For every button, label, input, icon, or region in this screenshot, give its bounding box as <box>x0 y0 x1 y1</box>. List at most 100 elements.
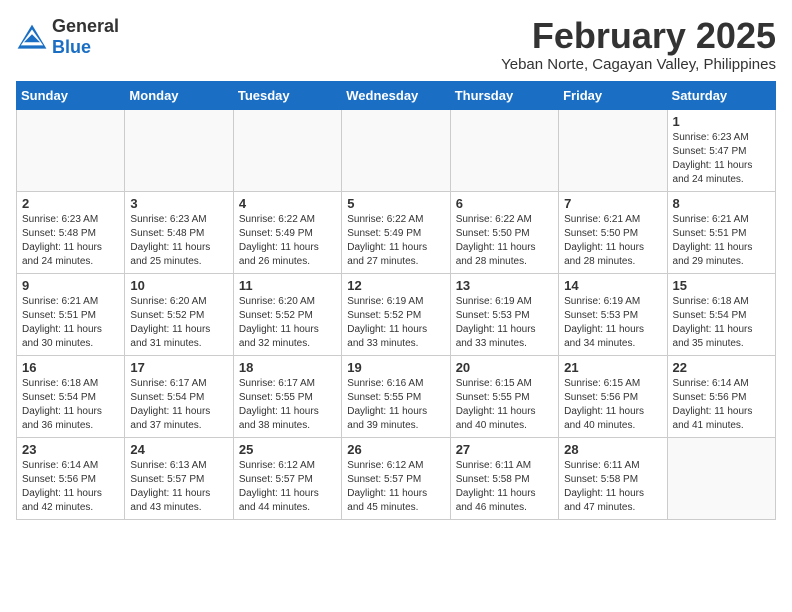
weekday-header-thursday: Thursday <box>450 81 558 109</box>
day-info: Sunrise: 6:22 AM Sunset: 5:49 PM Dayligh… <box>239 213 336 269</box>
weekday-header-row: SundayMondayTuesdayWednesdayThursdayFrid… <box>17 81 776 109</box>
calendar-cell-24: 19 Sunrise: 6:16 AM Sunset: 5:55 PM Dayli… <box>342 355 450 437</box>
day-number: 8 <box>673 196 770 211</box>
calendar-cell-0 <box>17 109 125 191</box>
day-info: Sunrise: 6:22 AM Sunset: 5:49 PM Dayligh… <box>347 213 444 269</box>
day-number: 2 <box>22 196 119 211</box>
day-info: Sunrise: 6:11 AM Sunset: 5:58 PM Dayligh… <box>456 459 553 515</box>
calendar-cell-29: 24 Sunrise: 6:13 AM Sunset: 5:57 PM Dayli… <box>125 437 233 519</box>
day-info: Sunrise: 6:14 AM Sunset: 5:56 PM Dayligh… <box>673 377 770 433</box>
logo: General Blue <box>16 16 119 58</box>
day-info: Sunrise: 6:21 AM Sunset: 5:51 PM Dayligh… <box>22 295 119 351</box>
day-number: 6 <box>456 196 553 211</box>
calendar-cell-30: 25Sunrise: 6:12 AM Sunset: 5:57 PM Dayli… <box>233 437 341 519</box>
day-info: Sunrise: 6:21 AM Sunset: 5:51 PM Dayligh… <box>673 213 770 269</box>
calendar-cell-1 <box>125 109 233 191</box>
day-info: Sunrise: 6:19 AM Sunset: 5:53 PM Dayligh… <box>564 295 661 351</box>
calendar-cell-28: 23 Sunrise: 6:14 AM Sunset: 5:56 PM Dayli… <box>17 437 125 519</box>
calendar-cell-12: 7Sunrise: 6:21 AM Sunset: 5:50 PM Daylig… <box>559 191 667 273</box>
title-area: February 2025 Yeban Norte, Cagayan Valle… <box>501 16 776 73</box>
calendar-row-1: 2 Sunrise: 6:23 AM Sunset: 5:48 PM Daylig… <box>17 191 776 273</box>
calendar-cell-3 <box>342 109 450 191</box>
calendar-cell-6: 1 Sunrise: 6:23 AM Sunset: 5:47 PM Daylig… <box>667 109 775 191</box>
calendar-cell-7: 2 Sunrise: 6:23 AM Sunset: 5:48 PM Daylig… <box>17 191 125 273</box>
calendar-cell-26: 21Sunrise: 6:15 AM Sunset: 5:56 PM Dayli… <box>559 355 667 437</box>
weekday-header-saturday: Saturday <box>667 81 775 109</box>
day-info: Sunrise: 6:18 AM Sunset: 5:54 PM Dayligh… <box>673 295 770 351</box>
calendar-cell-9: 4 Sunrise: 6:22 AM Sunset: 5:49 PM Daylig… <box>233 191 341 273</box>
calendar-cell-31: 26 Sunrise: 6:12 AM Sunset: 5:57 PM Dayli… <box>342 437 450 519</box>
day-number: 11 <box>239 278 336 293</box>
day-number: 3 <box>130 196 227 211</box>
day-number: 17 <box>130 360 227 375</box>
day-number: 23 <box>22 442 119 457</box>
calendar-cell-18: 13 Sunrise: 6:19 AM Sunset: 5:53 PM Dayli… <box>450 273 558 355</box>
calendar-cell-25: 20Sunrise: 6:15 AM Sunset: 5:55 PM Dayli… <box>450 355 558 437</box>
calendar-row-4: 23 Sunrise: 6:14 AM Sunset: 5:56 PM Dayli… <box>17 437 776 519</box>
calendar-cell-5 <box>559 109 667 191</box>
day-info: Sunrise: 6:11 AM Sunset: 5:58 PM Dayligh… <box>564 459 661 515</box>
logo-blue: Blue <box>52 37 91 57</box>
day-number: 18 <box>239 360 336 375</box>
day-info: Sunrise: 6:20 AM Sunset: 5:52 PM Dayligh… <box>130 295 227 351</box>
weekday-header-friday: Friday <box>559 81 667 109</box>
day-number: 13 <box>456 278 553 293</box>
day-number: 1 <box>673 114 770 129</box>
day-info: Sunrise: 6:19 AM Sunset: 5:53 PM Dayligh… <box>456 295 553 351</box>
calendar-title: February 2025 <box>501 16 776 56</box>
day-number: 10 <box>130 278 227 293</box>
calendar-subtitle: Yeban Norte, Cagayan Valley, Philippines <box>501 56 776 73</box>
day-number: 28 <box>564 442 661 457</box>
day-info: Sunrise: 6:17 AM Sunset: 5:55 PM Dayligh… <box>239 377 336 433</box>
calendar-row-3: 16 Sunrise: 6:18 AM Sunset: 5:54 PM Dayli… <box>17 355 776 437</box>
calendar-cell-8: 3 Sunrise: 6:23 AM Sunset: 5:48 PM Daylig… <box>125 191 233 273</box>
day-number: 26 <box>347 442 444 457</box>
day-info: Sunrise: 6:18 AM Sunset: 5:54 PM Dayligh… <box>22 377 119 433</box>
calendar-cell-13: 8 Sunrise: 6:21 AM Sunset: 5:51 PM Daylig… <box>667 191 775 273</box>
day-info: Sunrise: 6:23 AM Sunset: 5:48 PM Dayligh… <box>22 213 119 269</box>
day-number: 4 <box>239 196 336 211</box>
day-info: Sunrise: 6:16 AM Sunset: 5:55 PM Dayligh… <box>347 377 444 433</box>
logo-text: General Blue <box>52 16 119 58</box>
calendar-row-2: 9Sunrise: 6:21 AM Sunset: 5:51 PM Daylig… <box>17 273 776 355</box>
calendar-cell-4 <box>450 109 558 191</box>
calendar-cell-16: 11Sunrise: 6:20 AM Sunset: 5:52 PM Dayli… <box>233 273 341 355</box>
day-number: 12 <box>347 278 444 293</box>
calendar-table: SundayMondayTuesdayWednesdayThursdayFrid… <box>16 81 776 520</box>
calendar-cell-15: 10 Sunrise: 6:20 AM Sunset: 5:52 PM Dayli… <box>125 273 233 355</box>
calendar-cell-2 <box>233 109 341 191</box>
calendar-cell-20: 15 Sunrise: 6:18 AM Sunset: 5:54 PM Dayli… <box>667 273 775 355</box>
calendar-cell-32: 27 Sunrise: 6:11 AM Sunset: 5:58 PM Dayli… <box>450 437 558 519</box>
day-number: 16 <box>22 360 119 375</box>
day-number: 22 <box>673 360 770 375</box>
day-number: 14 <box>564 278 661 293</box>
weekday-header-wednesday: Wednesday <box>342 81 450 109</box>
weekday-header-sunday: Sunday <box>17 81 125 109</box>
day-number: 5 <box>347 196 444 211</box>
weekday-header-monday: Monday <box>125 81 233 109</box>
calendar-cell-10: 5 Sunrise: 6:22 AM Sunset: 5:49 PM Daylig… <box>342 191 450 273</box>
weekday-header-tuesday: Tuesday <box>233 81 341 109</box>
calendar-cell-11: 6 Sunrise: 6:22 AM Sunset: 5:50 PM Daylig… <box>450 191 558 273</box>
day-number: 24 <box>130 442 227 457</box>
day-number: 19 <box>347 360 444 375</box>
calendar-cell-27: 22 Sunrise: 6:14 AM Sunset: 5:56 PM Dayli… <box>667 355 775 437</box>
calendar-cell-34 <box>667 437 775 519</box>
day-number: 21 <box>564 360 661 375</box>
day-info: Sunrise: 6:22 AM Sunset: 5:50 PM Dayligh… <box>456 213 553 269</box>
day-number: 27 <box>456 442 553 457</box>
day-info: Sunrise: 6:12 AM Sunset: 5:57 PM Dayligh… <box>347 459 444 515</box>
day-info: Sunrise: 6:17 AM Sunset: 5:54 PM Dayligh… <box>130 377 227 433</box>
day-number: 7 <box>564 196 661 211</box>
calendar-row-0: 1 Sunrise: 6:23 AM Sunset: 5:47 PM Daylig… <box>17 109 776 191</box>
calendar-cell-14: 9Sunrise: 6:21 AM Sunset: 5:51 PM Daylig… <box>17 273 125 355</box>
day-info: Sunrise: 6:23 AM Sunset: 5:47 PM Dayligh… <box>673 131 770 187</box>
day-info: Sunrise: 6:23 AM Sunset: 5:48 PM Dayligh… <box>130 213 227 269</box>
day-number: 25 <box>239 442 336 457</box>
day-info: Sunrise: 6:13 AM Sunset: 5:57 PM Dayligh… <box>130 459 227 515</box>
day-info: Sunrise: 6:19 AM Sunset: 5:52 PM Dayligh… <box>347 295 444 351</box>
logo-icon <box>16 23 48 51</box>
day-info: Sunrise: 6:14 AM Sunset: 5:56 PM Dayligh… <box>22 459 119 515</box>
day-number: 15 <box>673 278 770 293</box>
calendar-cell-21: 16 Sunrise: 6:18 AM Sunset: 5:54 PM Dayli… <box>17 355 125 437</box>
